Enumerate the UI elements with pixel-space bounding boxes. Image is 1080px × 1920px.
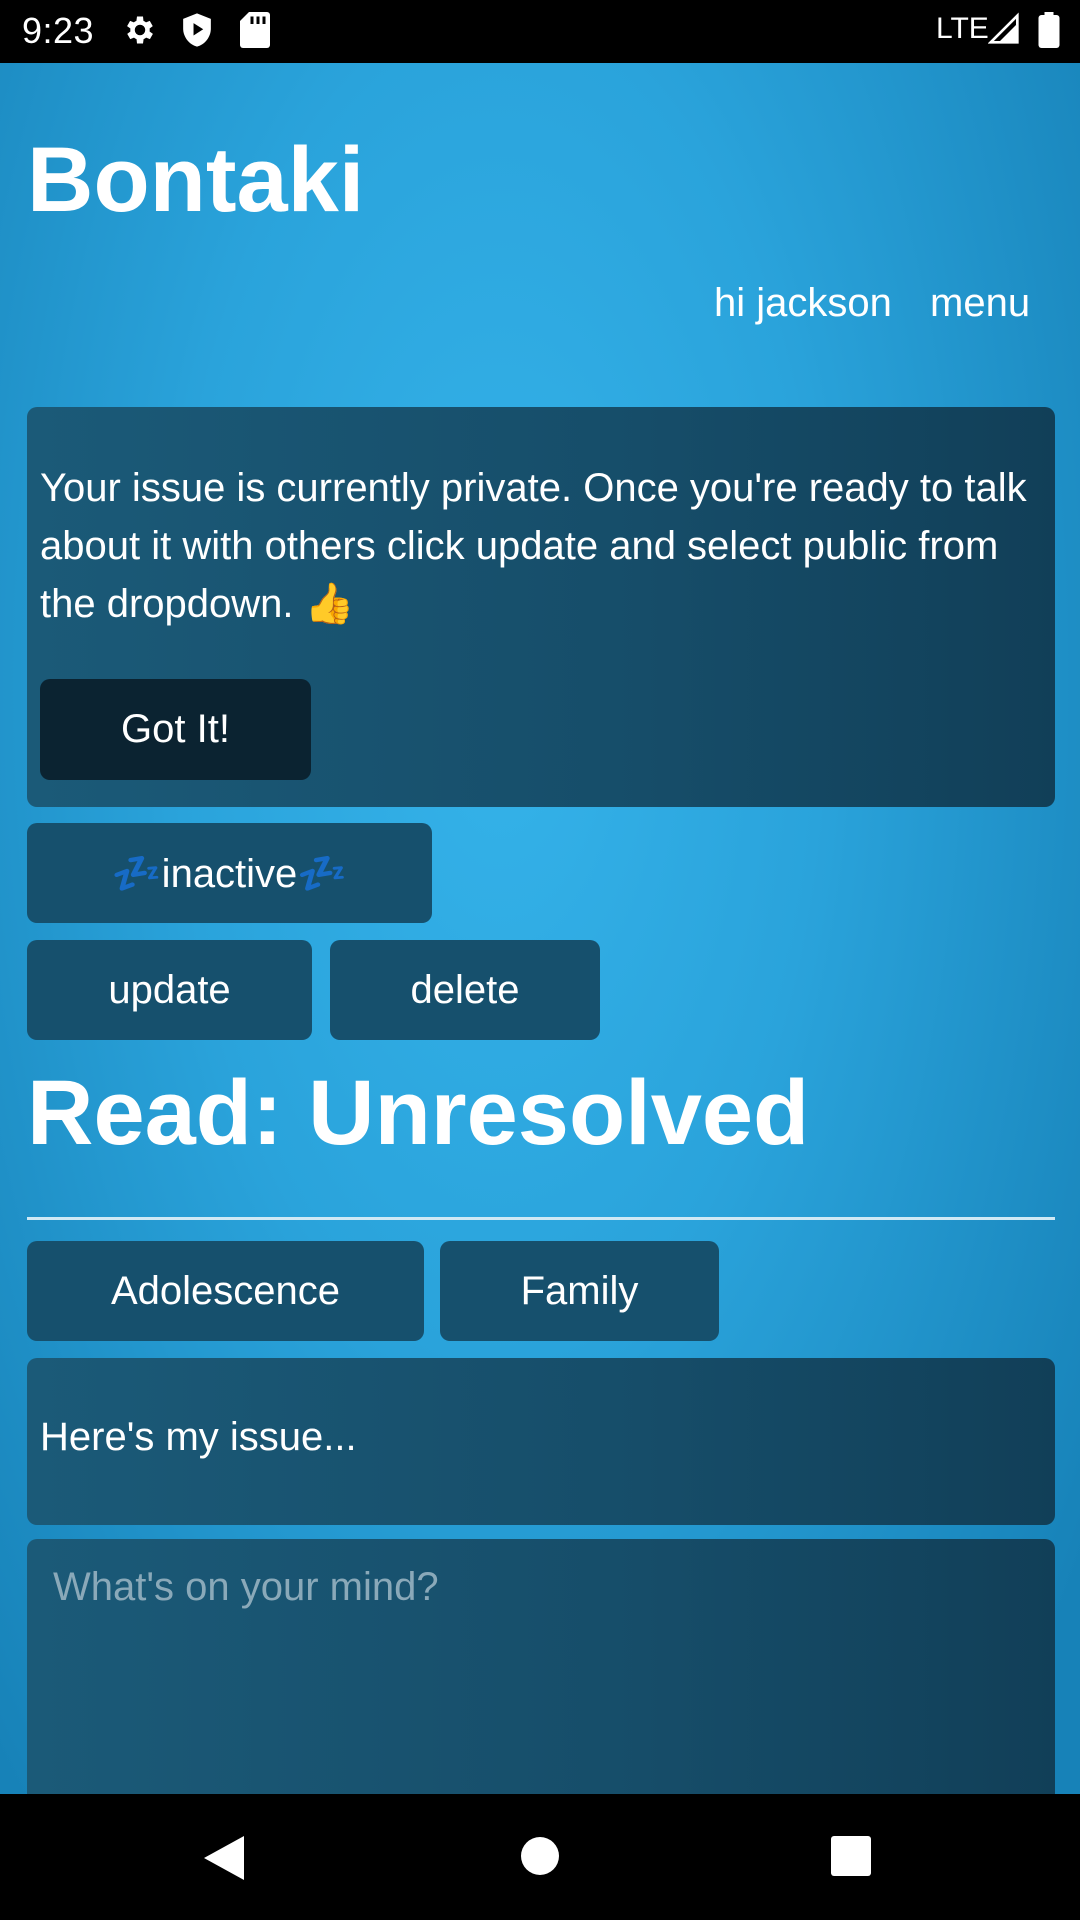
- app-content: Bontaki hi jackson menu Your issue is cu…: [0, 63, 1080, 1794]
- private-notice-text: Your issue is currently private. Once yo…: [40, 466, 1027, 626]
- sd-card-icon: [240, 12, 270, 53]
- delete-button[interactable]: delete: [330, 940, 600, 1040]
- got-it-button[interactable]: Got It!: [40, 679, 311, 780]
- recents-square-icon[interactable]: [831, 1836, 871, 1881]
- heading-divider: [27, 1217, 1055, 1220]
- private-notice-card: Your issue is currently private. Once yo…: [27, 407, 1055, 807]
- battery-icon: [1038, 12, 1060, 53]
- issue-body-card: Here's my issue...: [27, 1358, 1055, 1525]
- app-title: Bontaki: [27, 129, 365, 231]
- phone-screen: 9:23 LTE Bontaki hi jackson menu Your is…: [0, 0, 1080, 1920]
- network-type-label: LTE: [936, 12, 989, 45]
- user-greeting: hi jackson: [714, 281, 892, 325]
- signal-icon: [987, 12, 1020, 51]
- tag-adolescence[interactable]: Adolescence: [27, 1241, 424, 1341]
- back-triangle-icon[interactable]: [204, 1836, 244, 1885]
- menu-link[interactable]: menu: [930, 281, 1030, 326]
- navigation-bar: [0, 1794, 1080, 1920]
- home-circle-icon[interactable]: [520, 1836, 560, 1881]
- inactive-status-badge[interactable]: 💤inactive💤: [27, 823, 432, 923]
- status-time: 9:23: [22, 10, 95, 51]
- comment-input[interactable]: [27, 1539, 1055, 1794]
- issue-body-text: Here's my issue...: [40, 1415, 357, 1459]
- settings-gear-icon: [122, 12, 158, 53]
- shield-play-icon: [180, 12, 214, 53]
- issue-heading: Read: Unresolved: [27, 1062, 810, 1164]
- status-bar: 9:23 LTE: [0, 0, 1080, 63]
- tag-family[interactable]: Family: [440, 1241, 719, 1341]
- update-button[interactable]: update: [27, 940, 312, 1040]
